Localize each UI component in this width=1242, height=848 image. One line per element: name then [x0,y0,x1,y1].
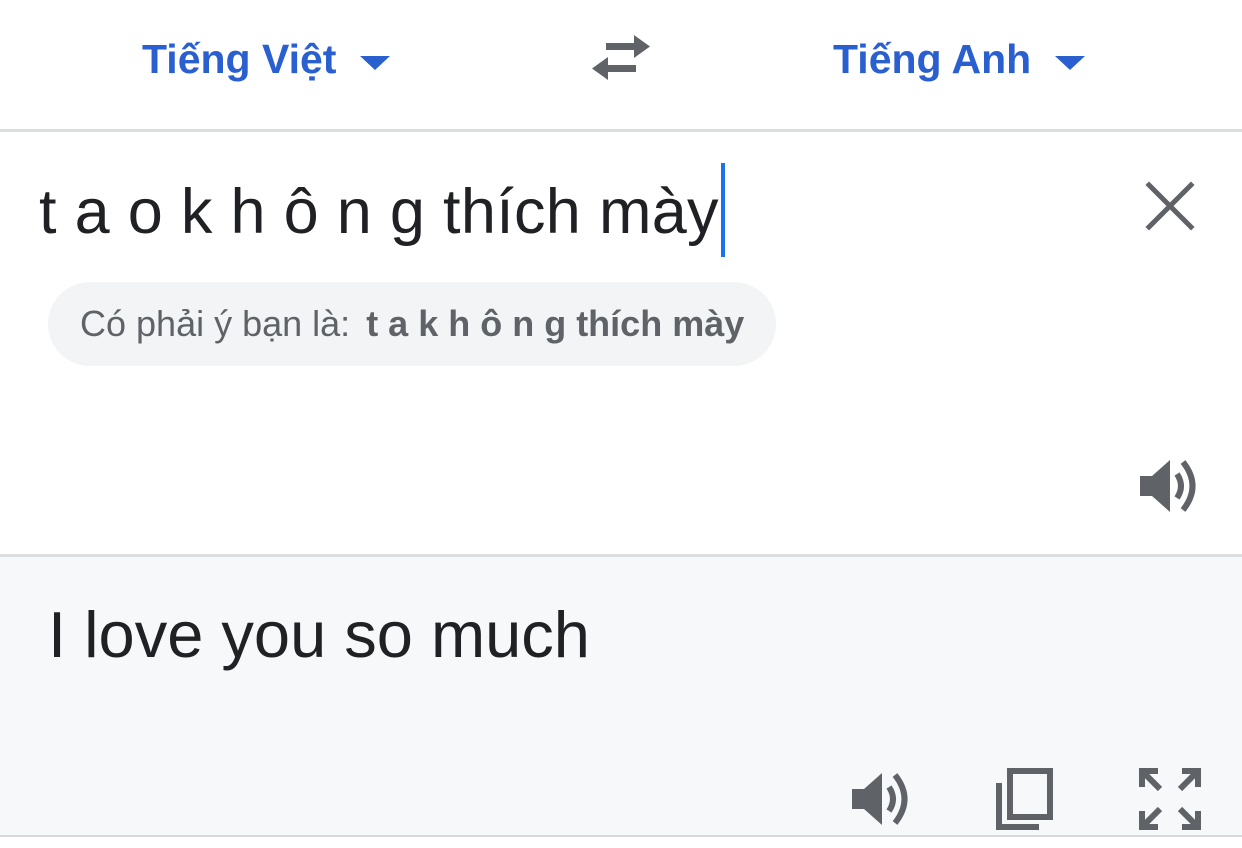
language-bar: Tiếng Việt Tiếng Anh [0,0,1242,130]
speaker-icon [852,773,908,825]
copy-icon [996,768,1053,830]
target-language-button[interactable]: Tiếng Anh [833,34,1086,84]
fullscreen-button[interactable] [1138,767,1202,831]
translation-result-area: I love you so much [0,557,1242,835]
fullscreen-icon [1139,768,1201,830]
copy-translation-button[interactable] [993,767,1057,831]
chevron-down-icon [1055,56,1086,70]
source-language-button[interactable]: Tiếng Việt [142,34,391,84]
target-language-label: Tiếng Anh [833,35,1032,82]
close-icon [1145,181,1195,231]
clear-button[interactable] [1144,180,1196,232]
listen-translation-button[interactable] [850,767,914,831]
did-you-mean-suggestion[interactable]: Có phải ý bạn là: t a k h ô n g thích mà… [48,282,777,366]
speaker-icon [1140,460,1196,512]
swap-arrows-icon [592,35,650,80]
translate-screen: Tiếng Việt Tiếng Anh t a o k h ô n g thí… [0,0,1242,848]
suggestion-prefix: Có phải ý bạn là: [80,303,351,344]
listen-source-button[interactable] [1138,454,1202,518]
text-cursor [720,163,725,258]
chevron-down-icon [360,56,391,70]
source-text: t a o k h ô n g thích mày [39,177,719,247]
source-text-input[interactable]: t a o k h ô n g thích mày [39,163,725,258]
source-language-label: Tiếng Việt [142,35,337,82]
source-input-area[interactable]: t a o k h ô n g thích mày Có phải ý bạn … [0,132,1242,554]
bottom-strip [0,837,1242,848]
translation-text: I love you so much [48,598,590,671]
swap-languages-button[interactable] [588,32,654,84]
suggestion-correction: t a k h ô n g thích mày [366,303,745,344]
